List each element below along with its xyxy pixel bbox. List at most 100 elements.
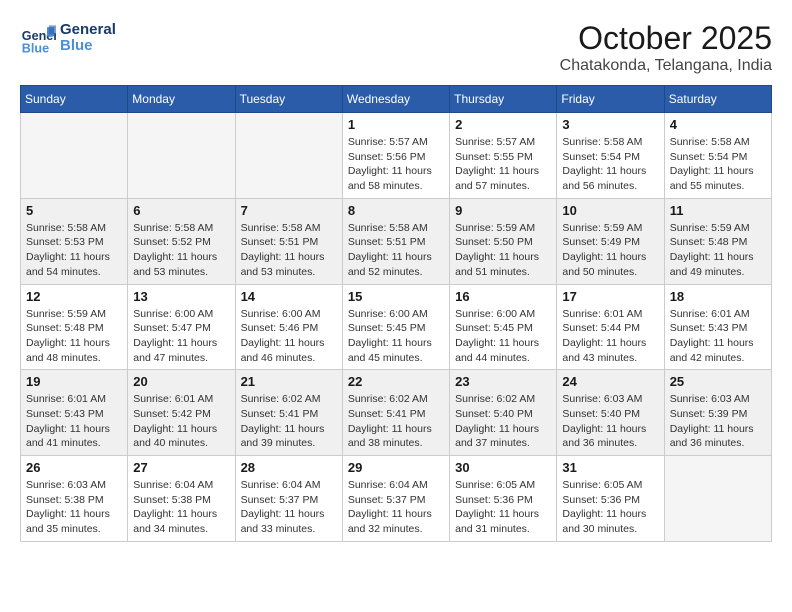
- day-number: 13: [133, 289, 229, 304]
- calendar-cell: 17Sunrise: 6:01 AM Sunset: 5:44 PM Dayli…: [557, 284, 664, 370]
- calendar-week-row: 26 Sunrise: 6:03 AM Sunset: 5:38 PM Dayli…: [21, 456, 772, 542]
- calendar-cell: 15 Sunrise: 6:00 AM Sunset: 5:45 PM Dayli…: [342, 284, 449, 370]
- day-info: Sunrise: 5:58 AM Sunset: 5:51 PM Dayligh…: [348, 221, 444, 280]
- weekday-header-row: SundayMondayTuesdayWednesdayThursdayFrid…: [21, 86, 772, 113]
- day-number: 5: [26, 203, 122, 218]
- day-number: 21: [241, 374, 337, 389]
- calendar-cell: 9 Sunrise: 5:59 AM Sunset: 5:50 PM Daylig…: [450, 198, 557, 284]
- day-number: 19: [26, 374, 122, 389]
- day-info: Sunrise: 5:57 AM Sunset: 5:56 PM Dayligh…: [348, 135, 444, 194]
- calendar-cell: 5 Sunrise: 5:58 AM Sunset: 5:53 PM Daylig…: [21, 198, 128, 284]
- day-info: Sunrise: 5:59 AM Sunset: 5:48 PM Dayligh…: [670, 221, 766, 280]
- day-number: 22: [348, 374, 444, 389]
- svg-text:Blue: Blue: [22, 41, 49, 55]
- calendar-cell: 21 Sunrise: 6:02 AM Sunset: 5:41 PM Dayli…: [235, 370, 342, 456]
- calendar-cell: 20Sunrise: 6:01 AM Sunset: 5:42 PM Dayli…: [128, 370, 235, 456]
- calendar-week-row: 12Sunrise: 5:59 AM Sunset: 5:48 PM Dayli…: [21, 284, 772, 370]
- day-info: Sunrise: 5:58 AM Sunset: 5:51 PM Dayligh…: [241, 221, 337, 280]
- weekday-header-saturday: Saturday: [664, 86, 771, 113]
- calendar-cell: 2Sunrise: 5:57 AM Sunset: 5:55 PM Daylig…: [450, 113, 557, 199]
- weekday-header-sunday: Sunday: [21, 86, 128, 113]
- calendar-cell: 22 Sunrise: 6:02 AM Sunset: 5:41 PM Dayli…: [342, 370, 449, 456]
- calendar-cell: 26 Sunrise: 6:03 AM Sunset: 5:38 PM Dayli…: [21, 456, 128, 542]
- day-number: 29: [348, 460, 444, 475]
- calendar-cell: 27 Sunrise: 6:04 AM Sunset: 5:38 PM Dayli…: [128, 456, 235, 542]
- calendar-week-row: 19 Sunrise: 6:01 AM Sunset: 5:43 PM Dayli…: [21, 370, 772, 456]
- day-info: Sunrise: 6:01 AM Sunset: 5:43 PM Dayligh…: [26, 392, 122, 451]
- day-number: 24: [562, 374, 658, 389]
- day-info: Sunrise: 6:02 AM Sunset: 5:40 PM Dayligh…: [455, 392, 551, 451]
- calendar-cell: 10 Sunrise: 5:59 AM Sunset: 5:49 PM Dayli…: [557, 198, 664, 284]
- day-info: Sunrise: 6:05 AM Sunset: 5:36 PM Dayligh…: [455, 478, 551, 537]
- day-number: 16: [455, 289, 551, 304]
- calendar-cell: 28Sunrise: 6:04 AM Sunset: 5:37 PM Dayli…: [235, 456, 342, 542]
- day-info: Sunrise: 6:00 AM Sunset: 5:47 PM Dayligh…: [133, 307, 229, 366]
- day-info: Sunrise: 6:04 AM Sunset: 5:37 PM Dayligh…: [348, 478, 444, 537]
- day-info: Sunrise: 5:58 AM Sunset: 5:53 PM Dayligh…: [26, 221, 122, 280]
- weekday-header-wednesday: Wednesday: [342, 86, 449, 113]
- day-info: Sunrise: 5:57 AM Sunset: 5:55 PM Dayligh…: [455, 135, 551, 194]
- day-number: 15: [348, 289, 444, 304]
- day-info: Sunrise: 5:59 AM Sunset: 5:50 PM Dayligh…: [455, 221, 551, 280]
- calendar-table: SundayMondayTuesdayWednesdayThursdayFrid…: [20, 85, 772, 542]
- calendar-cell: 7 Sunrise: 5:58 AM Sunset: 5:51 PM Daylig…: [235, 198, 342, 284]
- calendar-cell: [128, 113, 235, 199]
- weekday-header-thursday: Thursday: [450, 86, 557, 113]
- day-info: Sunrise: 5:59 AM Sunset: 5:49 PM Dayligh…: [562, 221, 658, 280]
- calendar-cell: 23 Sunrise: 6:02 AM Sunset: 5:40 PM Dayli…: [450, 370, 557, 456]
- logo: General Blue General Blue: [20, 20, 116, 56]
- calendar-cell: 11Sunrise: 5:59 AM Sunset: 5:48 PM Dayli…: [664, 198, 771, 284]
- calendar-cell: 14 Sunrise: 6:00 AM Sunset: 5:46 PM Dayli…: [235, 284, 342, 370]
- calendar-cell: 4Sunrise: 5:58 AM Sunset: 5:54 PM Daylig…: [664, 113, 771, 199]
- day-number: 20: [133, 374, 229, 389]
- day-number: 4: [670, 117, 766, 132]
- calendar-cell: 6 Sunrise: 5:58 AM Sunset: 5:52 PM Daylig…: [128, 198, 235, 284]
- location-subtitle: Chatakonda, Telangana, India: [560, 57, 772, 75]
- day-info: Sunrise: 6:01 AM Sunset: 5:44 PM Dayligh…: [562, 307, 658, 366]
- day-info: Sunrise: 6:03 AM Sunset: 5:38 PM Dayligh…: [26, 478, 122, 537]
- day-number: 28: [241, 460, 337, 475]
- calendar-cell: 18 Sunrise: 6:01 AM Sunset: 5:43 PM Dayli…: [664, 284, 771, 370]
- day-number: 3: [562, 117, 658, 132]
- day-info: Sunrise: 5:59 AM Sunset: 5:48 PM Dayligh…: [26, 307, 122, 366]
- day-info: Sunrise: 6:00 AM Sunset: 5:45 PM Dayligh…: [455, 307, 551, 366]
- calendar-week-row: 5 Sunrise: 5:58 AM Sunset: 5:53 PM Daylig…: [21, 198, 772, 284]
- day-info: Sunrise: 6:04 AM Sunset: 5:38 PM Dayligh…: [133, 478, 229, 537]
- logo-general: General: [60, 22, 116, 39]
- day-number: 26: [26, 460, 122, 475]
- day-info: Sunrise: 5:58 AM Sunset: 5:52 PM Dayligh…: [133, 221, 229, 280]
- day-info: Sunrise: 6:00 AM Sunset: 5:45 PM Dayligh…: [348, 307, 444, 366]
- calendar-cell: 19 Sunrise: 6:01 AM Sunset: 5:43 PM Dayli…: [21, 370, 128, 456]
- calendar-cell: 3 Sunrise: 5:58 AM Sunset: 5:54 PM Daylig…: [557, 113, 664, 199]
- day-info: Sunrise: 6:05 AM Sunset: 5:36 PM Dayligh…: [562, 478, 658, 537]
- day-number: 25: [670, 374, 766, 389]
- calendar-cell: 30Sunrise: 6:05 AM Sunset: 5:36 PM Dayli…: [450, 456, 557, 542]
- day-info: Sunrise: 6:00 AM Sunset: 5:46 PM Dayligh…: [241, 307, 337, 366]
- day-number: 8: [348, 203, 444, 218]
- day-number: 9: [455, 203, 551, 218]
- day-number: 14: [241, 289, 337, 304]
- day-number: 7: [241, 203, 337, 218]
- day-number: 27: [133, 460, 229, 475]
- day-info: Sunrise: 5:58 AM Sunset: 5:54 PM Dayligh…: [562, 135, 658, 194]
- weekday-header-friday: Friday: [557, 86, 664, 113]
- day-number: 6: [133, 203, 229, 218]
- day-info: Sunrise: 6:02 AM Sunset: 5:41 PM Dayligh…: [241, 392, 337, 451]
- calendar-cell: 25 Sunrise: 6:03 AM Sunset: 5:39 PM Dayli…: [664, 370, 771, 456]
- calendar-cell: 24Sunrise: 6:03 AM Sunset: 5:40 PM Dayli…: [557, 370, 664, 456]
- calendar-cell: 8 Sunrise: 5:58 AM Sunset: 5:51 PM Daylig…: [342, 198, 449, 284]
- logo-icon: General Blue: [20, 20, 56, 56]
- calendar-cell: 29 Sunrise: 6:04 AM Sunset: 5:37 PM Dayli…: [342, 456, 449, 542]
- day-info: Sunrise: 6:03 AM Sunset: 5:39 PM Dayligh…: [670, 392, 766, 451]
- day-number: 18: [670, 289, 766, 304]
- day-info: Sunrise: 6:01 AM Sunset: 5:43 PM Dayligh…: [670, 307, 766, 366]
- calendar-cell: 12Sunrise: 5:59 AM Sunset: 5:48 PM Dayli…: [21, 284, 128, 370]
- month-title: October 2025: [560, 20, 772, 57]
- page-header: General Blue General Blue October 2025 C…: [20, 20, 772, 75]
- day-number: 23: [455, 374, 551, 389]
- day-number: 10: [562, 203, 658, 218]
- calendar-week-row: 1Sunrise: 5:57 AM Sunset: 5:56 PM Daylig…: [21, 113, 772, 199]
- day-info: Sunrise: 6:02 AM Sunset: 5:41 PM Dayligh…: [348, 392, 444, 451]
- logo-blue: Blue: [60, 38, 116, 55]
- calendar-cell: 31Sunrise: 6:05 AM Sunset: 5:36 PM Dayli…: [557, 456, 664, 542]
